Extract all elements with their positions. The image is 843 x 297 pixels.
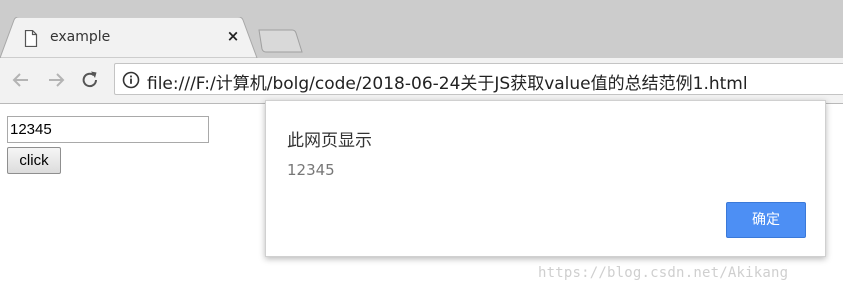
reload-icon[interactable] [79,69,101,91]
info-icon[interactable] [122,71,140,89]
tab-title: example [50,29,111,45]
url-text[interactable]: file:///F:/计算机/bolg/code/2018-06-24关于JS获… [147,69,748,94]
new-tab-button[interactable] [256,28,304,54]
back-arrow-icon[interactable] [10,69,32,91]
ok-button[interactable]: 确定 [726,202,806,238]
dialog-title: 此网页显示 [287,131,372,151]
browser-window: example × file:///F:/计算机/bolg/code/2018-… [0,0,843,297]
address-bar[interactable]: file:///F:/计算机/bolg/code/2018-06-24关于JS获… [114,63,843,95]
tab-strip: example × [0,0,843,58]
value-input[interactable] [7,116,209,143]
close-icon[interactable]: × [226,27,240,45]
toolbar: file:///F:/计算机/bolg/code/2018-06-24关于JS获… [0,58,843,104]
tab-shape [0,17,258,58]
tab-example[interactable]: example × [0,17,262,58]
dialog-message: 12345 [287,161,335,179]
file-icon [24,30,38,47]
watermark: https://blog.csdn.net/Akikang [538,265,789,281]
alert-dialog: 此网页显示 12345 确定 [265,100,826,257]
forward-arrow-icon[interactable] [45,69,67,91]
click-button[interactable]: click [7,147,61,174]
